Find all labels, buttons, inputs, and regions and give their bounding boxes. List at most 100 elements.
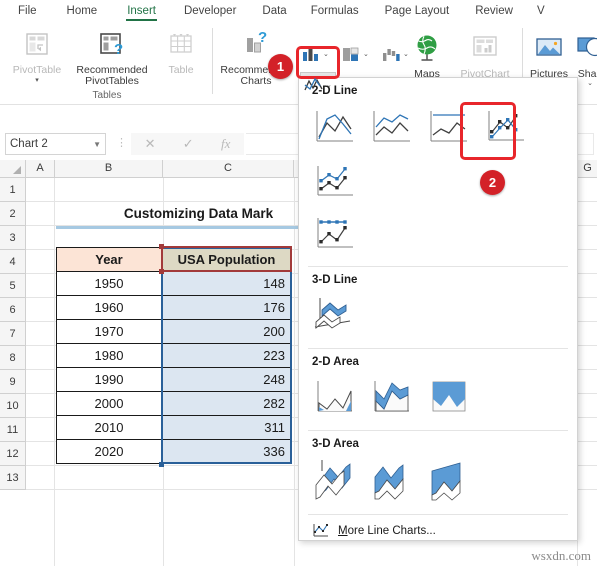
cell-population[interactable]: 148 <box>161 271 292 296</box>
tab-formulas[interactable]: Formulas <box>303 0 367 22</box>
cell-population[interactable]: 200 <box>161 319 292 344</box>
gallery-item-100-stacked-line-with-markers[interactable] <box>308 208 362 260</box>
gallery-item-3d-line[interactable] <box>308 290 362 342</box>
table-row[interactable]: 2020 336 <box>56 439 292 464</box>
selection-handle-header-bottom[interactable] <box>159 269 164 274</box>
chevron-down-icon[interactable]: ⌄ <box>326 82 332 89</box>
row-header-6[interactable]: 6 <box>0 298 26 322</box>
confirm-icon[interactable]: ✓ <box>183 136 194 152</box>
group-divider-1 <box>212 28 213 94</box>
maps-button[interactable]: Maps <box>404 32 450 80</box>
cell-population[interactable]: 336 <box>161 439 292 464</box>
column-header-a[interactable]: A <box>26 160 55 177</box>
chevron-down-icon[interactable]: ▾ <box>6 77 68 84</box>
name-box[interactable]: Chart 2 ▼ <box>5 133 106 155</box>
column-chart-icon <box>303 48 318 61</box>
pictures-button[interactable]: Pictures <box>526 32 572 80</box>
gallery-item-3d-100-stacked-area[interactable] <box>422 454 476 506</box>
table-row[interactable]: 1990 248 <box>56 367 292 392</box>
chevron-down-icon[interactable]: ▼ <box>93 140 101 149</box>
tab-home[interactable]: Home <box>59 0 106 22</box>
gallery-item-area[interactable] <box>308 372 362 424</box>
cell-year[interactable]: 1970 <box>56 319 162 344</box>
chevron-down-icon[interactable]: ⌄ <box>323 51 329 58</box>
row-header-7[interactable]: 7 <box>0 322 26 346</box>
cell-year[interactable]: 1950 <box>56 271 162 296</box>
cell-year[interactable]: 1980 <box>56 343 162 368</box>
pictures-icon <box>526 32 572 67</box>
insert-line-chart-button[interactable]: ⌄ <box>303 76 332 94</box>
more-line-charts-item[interactable]: More Line Charts... <box>299 515 577 539</box>
100-percent-stacked-area-chart-thumb-icon <box>432 381 466 412</box>
gallery-row-2d-line-2 <box>299 208 577 260</box>
table-row[interactable]: 2010 311 <box>56 415 292 440</box>
insert-function-icon[interactable]: fx <box>221 136 230 152</box>
gallery-item-100-stacked-line[interactable] <box>422 101 476 153</box>
pivot-table-icon <box>6 30 68 63</box>
row-header-5[interactable]: 5 <box>0 274 26 298</box>
cell-year[interactable]: 1960 <box>56 295 162 320</box>
row-header-3[interactable]: 3 <box>0 226 26 250</box>
gallery-item-stacked-line-with-markers[interactable] <box>308 156 362 208</box>
cell-population[interactable]: 282 <box>161 391 292 416</box>
waterfall-chart-icon <box>383 49 400 61</box>
row-header-11[interactable]: 11 <box>0 418 26 442</box>
column-header-g[interactable]: G <box>578 160 597 177</box>
gallery-item-line[interactable] <box>308 101 362 153</box>
3d-100-percent-stacked-area-chart-thumb-icon <box>431 462 461 501</box>
cancel-icon[interactable]: ✕ <box>145 136 156 152</box>
tab-review[interactable]: Review <box>467 0 521 22</box>
pivot-chart-button[interactable]: PivotChart <box>452 32 518 80</box>
table-row[interactable]: 1980 223 <box>56 343 292 368</box>
cell-population[interactable]: 223 <box>161 343 292 368</box>
row-header-2[interactable]: 2 <box>0 202 26 226</box>
cell-year[interactable]: 2000 <box>56 391 162 416</box>
tab-data[interactable]: Data <box>254 0 294 22</box>
gallery-item-3d-area[interactable] <box>308 454 362 506</box>
annotation-badge-2: 2 <box>480 170 505 195</box>
cell-population[interactable]: 176 <box>161 295 292 320</box>
column-header-b[interactable]: B <box>55 160 163 177</box>
pivotchart-icon <box>452 32 518 67</box>
row-header-1[interactable]: 1 <box>0 178 26 202</box>
cell-population[interactable]: 248 <box>161 367 292 392</box>
row-header-4[interactable]: 4 <box>0 250 26 274</box>
gallery-item-100-stacked-area[interactable] <box>422 372 476 424</box>
table-row[interactable]: 1970 200 <box>56 319 292 344</box>
column-header-c[interactable]: C <box>163 160 294 177</box>
recommended-pivottables-button[interactable]: ? Recommended PivotTables <box>72 30 152 87</box>
cell-year[interactable]: 1990 <box>56 367 162 392</box>
gallery-item-stacked-line[interactable] <box>365 101 419 153</box>
selection-handle-bottom-left[interactable] <box>159 462 164 467</box>
row-header-9[interactable]: 9 <box>0 370 26 394</box>
row-header-8[interactable]: 8 <box>0 346 26 370</box>
table-icon <box>154 30 208 63</box>
group-label-tables: Tables <box>92 90 122 101</box>
cell-year[interactable]: 2020 <box>56 439 162 464</box>
tab-file[interactable]: File <box>10 0 45 22</box>
gallery-item-line-with-markers[interactable] <box>479 101 533 153</box>
tab-view[interactable]: V <box>529 0 553 22</box>
row-header-12[interactable]: 12 <box>0 442 26 466</box>
tab-developer[interactable]: Developer <box>176 0 244 22</box>
tab-insert[interactable]: Insert <box>119 0 164 22</box>
pivot-table-button[interactable]: PivotTable ▾ <box>6 30 68 84</box>
chevron-down-icon[interactable]: ⌄ <box>363 51 369 58</box>
gallery-item-stacked-area[interactable] <box>365 372 419 424</box>
table-row[interactable]: 2000 282 <box>56 391 292 416</box>
gallery-item-3d-stacked-area[interactable] <box>365 454 419 506</box>
stacked-area-chart-thumb-icon <box>374 381 409 412</box>
tab-page-layout[interactable]: Page Layout <box>377 0 458 22</box>
insert-hierarchy-chart-button[interactable]: ⌄ <box>340 44 369 64</box>
table-row[interactable]: 1950 148 <box>56 271 292 296</box>
table-button[interactable]: Table <box>154 30 208 76</box>
select-all-corner[interactable] <box>0 160 26 177</box>
selection-handle-top-left[interactable] <box>159 244 164 249</box>
cell-population[interactable]: 311 <box>161 415 292 440</box>
cell-year[interactable]: 2010 <box>56 415 162 440</box>
more-line-charts-label-mnemonic: M <box>338 525 348 537</box>
insert-column-chart-button[interactable]: ⌄ <box>300 44 329 64</box>
row-header-10[interactable]: 10 <box>0 394 26 418</box>
table-row[interactable]: 1960 176 <box>56 295 292 320</box>
row-header-13[interactable]: 13 <box>0 466 26 490</box>
